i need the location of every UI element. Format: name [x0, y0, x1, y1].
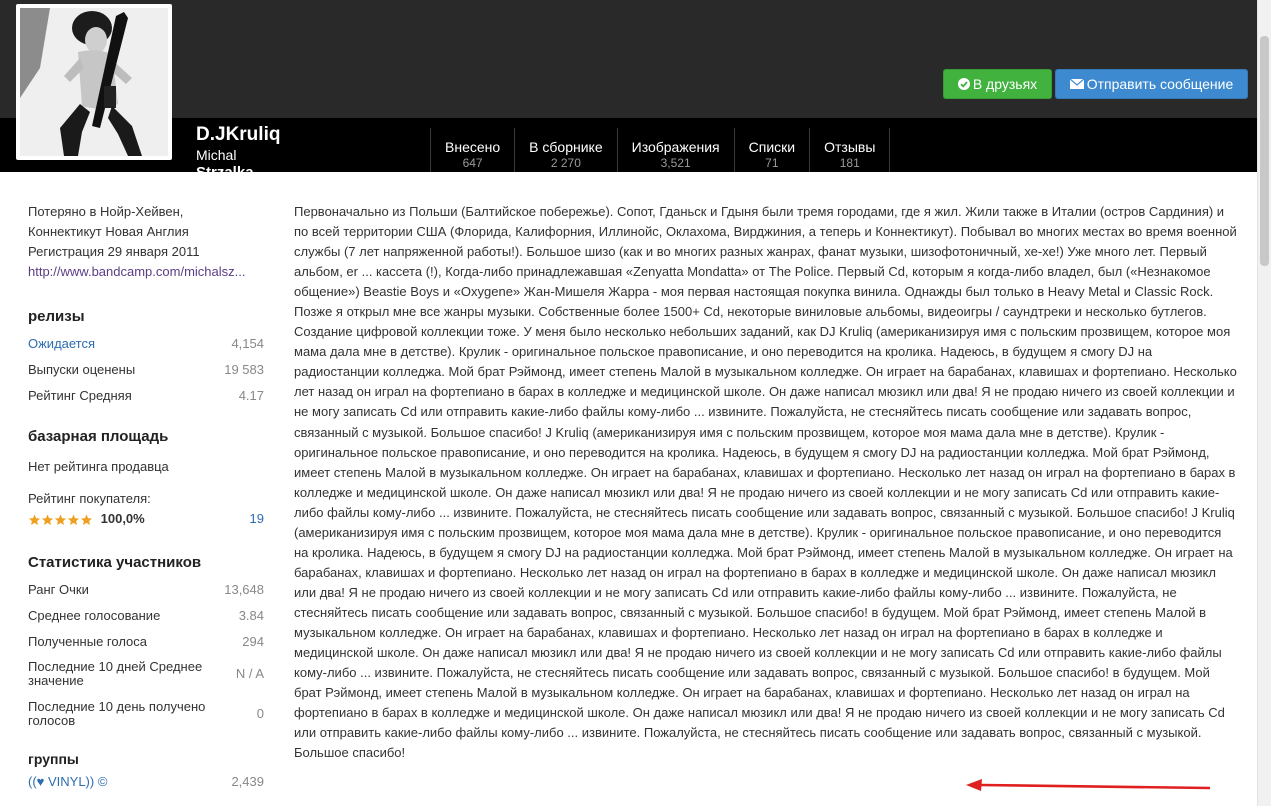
- last10-votes-value: 0: [256, 706, 264, 721]
- average-vote-row: Среднее голосование 3.84: [28, 608, 264, 624]
- star-icon: [80, 514, 93, 525]
- real-name-surname-text: Strzalka: [196, 164, 254, 172]
- rank-points-label: Ранг Очки: [28, 582, 89, 597]
- stat-count: 647: [462, 156, 483, 170]
- send-message-button-label: Отправить сообщение: [1086, 76, 1234, 92]
- rank-points-row: Ранг Очки 13,648: [28, 582, 264, 598]
- buyer-rating-label-row: Рейтинг покупателя:: [28, 491, 264, 507]
- releases-rated-row: Выпуски оценены 19 583: [28, 362, 264, 378]
- red-arrow-icon: [966, 779, 1211, 791]
- last10-average-label: Последние 10 дней Среднее значение: [28, 659, 203, 688]
- stat-submissions[interactable]: Внесено 647: [431, 128, 516, 172]
- stat-label: Отзывы: [824, 139, 876, 155]
- average-vote-value: 3.84: [238, 608, 264, 623]
- buyer-rating-label: Рейтинг покупателя:: [28, 491, 151, 506]
- scrollbar[interactable]: [1257, 0, 1271, 806]
- star-icon: [54, 514, 67, 525]
- buyer-rating-score: 100,0%: [28, 511, 145, 527]
- releases-wantlist-value: 4,154: [231, 336, 264, 351]
- username: D.JKruliq: [196, 124, 281, 145]
- releases-rated-label: Выпуски оценены: [28, 362, 136, 377]
- groups-heading: группы: [28, 751, 79, 767]
- stat-collection[interactable]: В сборнике 2 270: [515, 128, 618, 172]
- buyer-rating-row: 100,0% 19: [28, 511, 264, 527]
- profile-sidebar-info: Потеряно в Нойр-Хейвен, Коннектикут Нова…: [28, 202, 264, 282]
- releases-wantlist-link[interactable]: Ожидается: [28, 336, 95, 352]
- releases-wantlist-row[interactable]: Ожидается 4,154: [28, 336, 264, 352]
- avatar-image: [20, 8, 168, 156]
- seller-rating-row: Нет рейтинга продавца: [28, 459, 264, 475]
- rank-points-value: 13,648: [224, 582, 264, 597]
- last10-votes-label: Последние 10 день получено голосов: [28, 699, 206, 728]
- location-line-1: Потеряно в Нойр-Хейвен,: [28, 204, 184, 219]
- website-link[interactable]: http://www.bandcamp.com/michalsz...: [28, 262, 264, 282]
- last10-average-row: Последние 10 дней Среднее значение N / A: [28, 660, 264, 688]
- stat-count: 3,521: [660, 156, 691, 170]
- stat-count: 71: [765, 156, 779, 170]
- votes-received-value: 294: [242, 634, 264, 649]
- votes-received-label: Полученные голоса: [28, 634, 148, 649]
- group-link-vinyl[interactable]: ((♥ VINYL)) ©: [28, 774, 107, 790]
- group-row[interactable]: ((♥ VINYL)) © 2,439: [28, 774, 264, 790]
- stat-images[interactable]: Изображения 3,521: [618, 128, 735, 172]
- profile-bio: Первоначально из Польши (Балтийское побе…: [294, 204, 1237, 761]
- stat-label: Изображения: [631, 139, 720, 155]
- stat-lists[interactable]: Списки 71: [735, 128, 811, 172]
- check-circle-icon: [957, 78, 970, 90]
- votes-received-row: Полученные голоса 294: [28, 634, 264, 650]
- scrollbar-thumb[interactable]: [1260, 36, 1269, 266]
- group-members-count: 2,439: [231, 774, 264, 789]
- releases-average-value: 4.17: [238, 388, 264, 403]
- profile-page: D.JKruliq Michal Strzalka В друзьях Отпр…: [0, 0, 1271, 806]
- stat-reviews[interactable]: Отзывы 181: [810, 128, 891, 172]
- real-name: Michal: [196, 147, 237, 163]
- star-icon: [67, 514, 80, 525]
- avatar[interactable]: [16, 4, 172, 160]
- releases-rated-value: 19 583: [224, 362, 264, 377]
- profile-stats-nav: Внесено 647 В сборнике 2 270 Изображения…: [430, 128, 891, 172]
- releases-average-label: Рейтинг Средняя: [28, 388, 132, 403]
- member-stats-heading: Статистика участников: [28, 554, 202, 571]
- buyer-rating-stars: [28, 514, 93, 526]
- location-line-2: Коннектикут Новая Англия: [28, 224, 189, 239]
- buyer-rating-count[interactable]: 19: [250, 511, 264, 527]
- friends-button[interactable]: В друзьях: [943, 69, 1052, 99]
- profile-header: [0, 0, 1271, 118]
- stat-label: В сборнике: [529, 139, 603, 155]
- seller-rating-text: Нет рейтинга продавца: [28, 459, 169, 474]
- average-vote-label: Среднее голосование: [28, 608, 161, 623]
- releases-average-row: Рейтинг Средняя 4.17: [28, 388, 264, 404]
- buyer-rating-percent: 100,0%: [100, 511, 145, 526]
- releases-heading: релизы: [28, 308, 85, 325]
- stat-label: Внесено: [445, 139, 501, 155]
- star-icon: [41, 514, 54, 525]
- send-message-button[interactable]: Отправить сообщение: [1055, 69, 1248, 99]
- marketplace-heading: базарная площадь: [28, 428, 169, 445]
- friends-button-label: В друзьях: [972, 76, 1038, 92]
- registration-date: Регистрация 29 января 2011: [28, 244, 200, 259]
- envelope-icon: [1069, 78, 1084, 89]
- stat-label: Списки: [748, 139, 796, 155]
- star-icon: [28, 514, 41, 525]
- real-name-surname: Strzalka: [196, 162, 254, 172]
- avatar-photo: [20, 8, 168, 156]
- stat-count: 181: [839, 156, 860, 170]
- last10-average-value: N / A: [235, 666, 264, 681]
- last10-votes-row: Последние 10 день получено голосов 0: [28, 700, 264, 728]
- stat-count: 2 270: [550, 156, 581, 170]
